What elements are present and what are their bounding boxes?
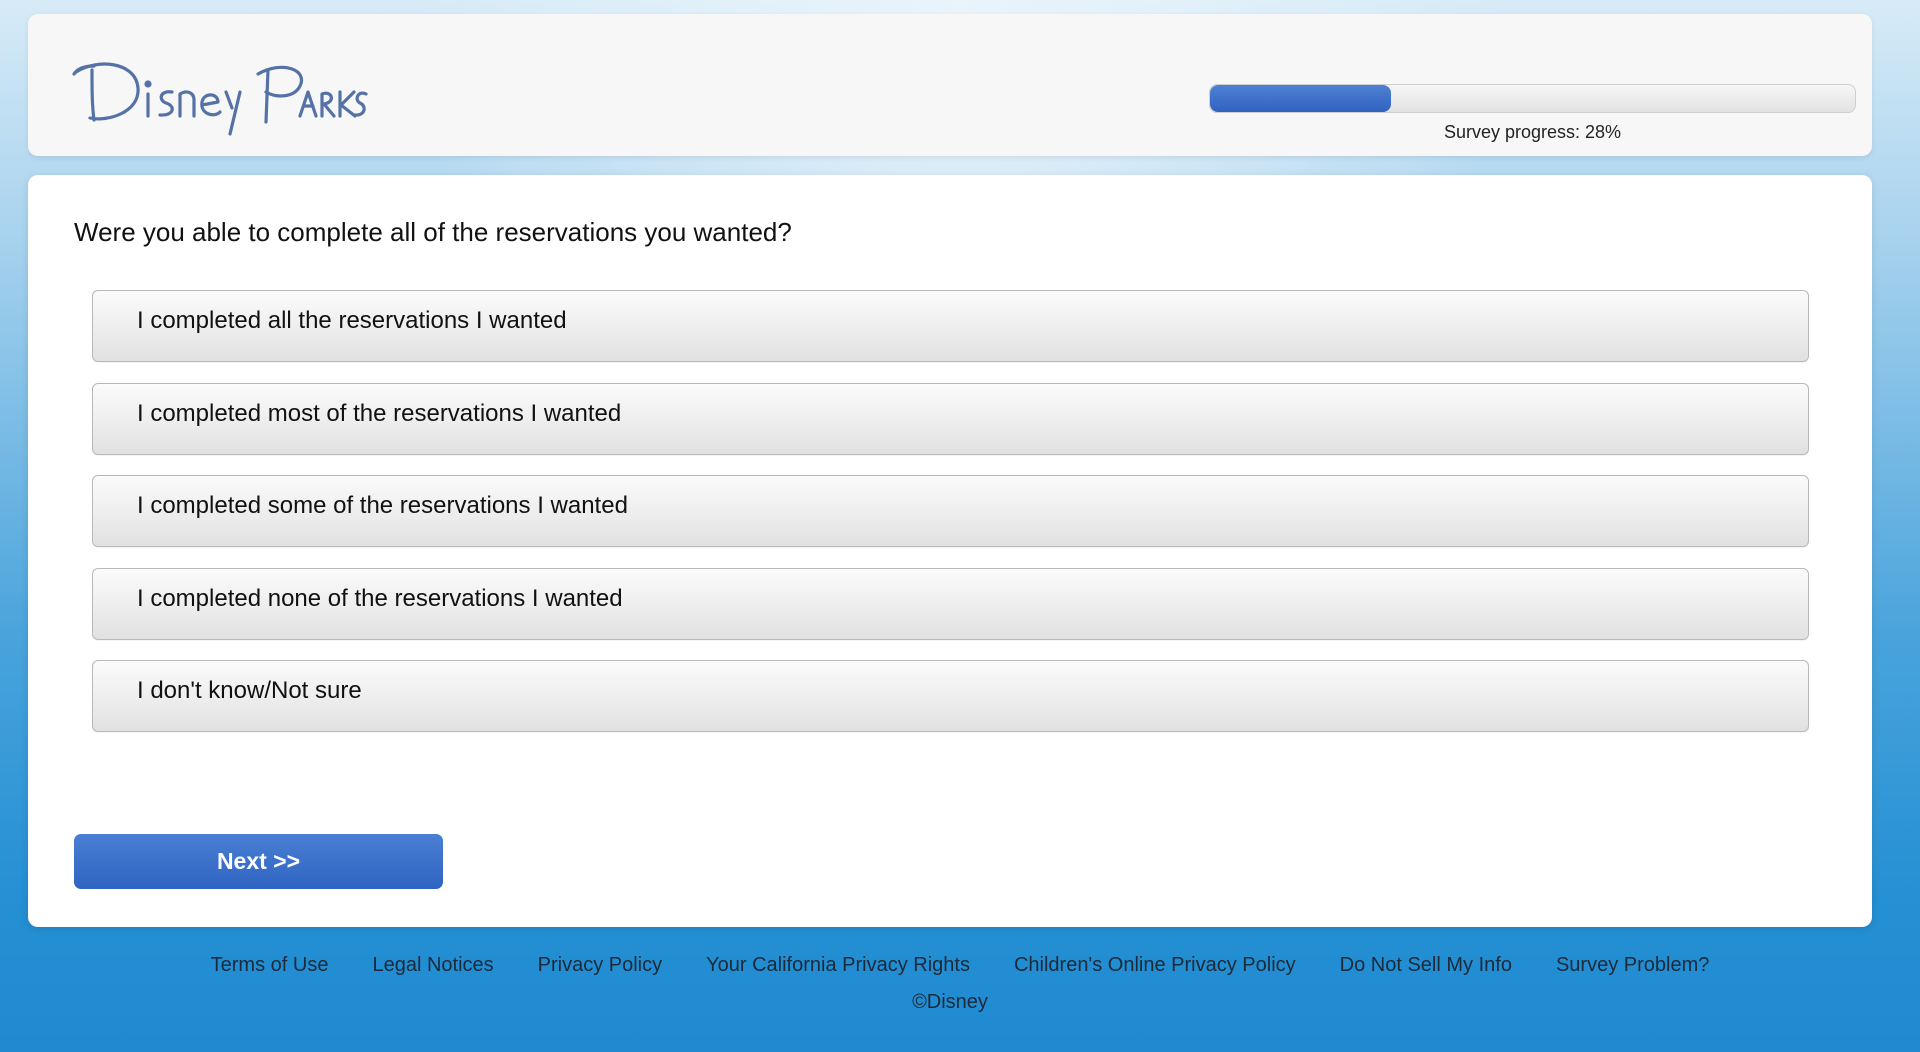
disney-parks-logo: [68, 50, 368, 140]
answer-option-none[interactable]: I completed none of the reservations I w…: [92, 567, 1809, 640]
answer-option-some[interactable]: I completed some of the reservations I w…: [92, 475, 1809, 547]
footer-link-privacy-policy[interactable]: Privacy Policy: [538, 954, 662, 977]
answer-option-label: I completed none of the reservations I w…: [137, 584, 623, 612]
answer-option-most[interactable]: I completed most of the reservations I w…: [92, 382, 1809, 455]
footer-link-childrens-privacy[interactable]: Children's Online Privacy Policy: [1014, 954, 1296, 977]
answer-option-label: I completed all the reservations I wante…: [137, 307, 567, 334]
answer-options: I completed all the reservations I wante…: [92, 290, 1809, 753]
header-card: Survey progress: 28%: [28, 14, 1872, 156]
footer-link-legal-notices[interactable]: Legal Notices: [372, 954, 493, 977]
answer-option-label: I completed some of the reservations I w…: [137, 492, 628, 519]
answer-option-not-sure[interactable]: I don't know/Not sure: [92, 660, 1809, 732]
progress-bar-track: [1209, 84, 1856, 113]
answer-option-label: I don't know/Not sure: [137, 677, 362, 704]
footer-link-do-not-sell[interactable]: Do Not Sell My Info: [1340, 954, 1512, 977]
progress-label: Survey progress: 28%: [1443, 122, 1622, 142]
logo-graphic: [72, 62, 368, 136]
footer-link-terms-of-use[interactable]: Terms of Use: [211, 954, 329, 977]
question-text: Were you able to complete all of the res…: [74, 217, 792, 247]
footer-link-survey-problem[interactable]: Survey Problem?: [1556, 954, 1709, 977]
footer-links: Terms of Use Legal Notices Privacy Polic…: [0, 954, 1920, 977]
footer-link-california-privacy[interactable]: Your California Privacy Rights: [706, 954, 970, 977]
answer-option-all[interactable]: I completed all the reservations I wante…: [92, 290, 1809, 362]
next-button[interactable]: Next >>: [74, 834, 443, 889]
progress-bar-fill: [1210, 85, 1391, 112]
question-card: Were you able to complete all of the res…: [28, 175, 1872, 927]
answer-option-label: I completed most of the reservations I w…: [137, 399, 622, 427]
copyright: ©Disney: [912, 991, 988, 1013]
survey-progress: Survey progress: 28%: [1209, 84, 1856, 143]
